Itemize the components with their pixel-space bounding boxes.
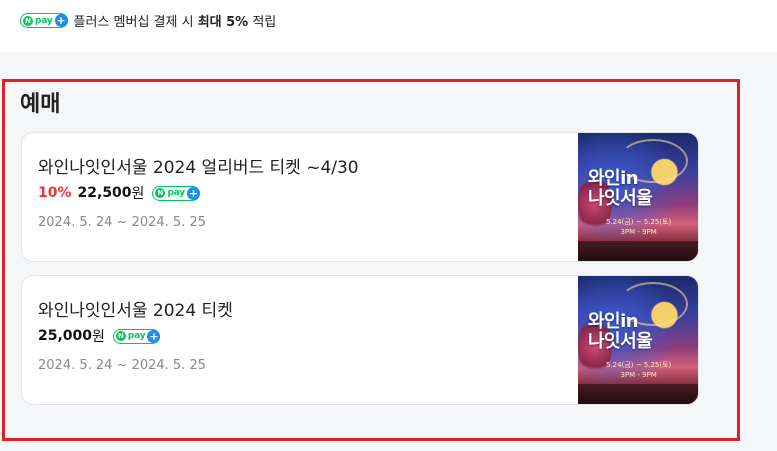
price-row: 10% 22,500 원 N pay +	[38, 183, 206, 203]
ticket-title: 와인나잇인서울 2024 티켓	[38, 301, 233, 321]
npay-plus-mark: +	[147, 329, 161, 343]
npay-benefit-suffix: 적립	[248, 15, 277, 30]
npay-plus-logo-icon: N pay +	[20, 13, 68, 28]
top-banner: N pay + 플러스 멤버십 결제 시 최대 5% 적립	[0, 0, 777, 52]
npay-word: pay	[127, 331, 146, 341]
thumbnail-poster-title: 와인in 나잇서울	[588, 311, 653, 352]
npay-n-mark: N	[155, 188, 166, 198]
section-title: 예매	[20, 92, 61, 117]
ticket-thumbnail[interactable]: 와인in 나잇서울 5.24(금) ~ 5.25(토) 3PM - 9PM	[578, 276, 698, 404]
npay-benefit-row: N pay + 플러스 멤버십 결제 시 최대 5% 적립	[20, 11, 276, 30]
npay-word: pay	[35, 15, 53, 26]
npay-plus-mark: +	[54, 14, 68, 27]
thumbnail-title-line1: 와인in	[588, 311, 639, 332]
npay-plus-mark: +	[186, 186, 200, 200]
price-row: 25,000 원 N pay +	[38, 326, 166, 346]
ticket-title: 와인나잇인서울 2024 얼리버드 티켓 ~4/30	[38, 158, 359, 178]
thumbnail-title-line2: 나잇서울	[588, 331, 653, 352]
event-date: 2024. 5. 24 ~ 2024. 5. 25	[38, 358, 207, 373]
npay-benefit-prefix: 플러스 멤버십 결제 시	[73, 15, 198, 30]
thumbnail-ground-shape	[578, 241, 698, 261]
price-value: 22,500	[77, 185, 132, 201]
thumbnail-title-line1: 와인in	[588, 168, 639, 189]
npay-benefit-rate: 최대 5%	[197, 15, 249, 30]
thumbnail-poster-info: 5.24(금) ~ 5.25(토) 3PM - 9PM	[606, 361, 672, 379]
npay-benefit-text: 플러스 멤버십 결제 시 최대 5% 적립	[74, 11, 277, 30]
thumbnail-ground-shape	[578, 384, 698, 404]
ticket-card[interactable]: 와인나잇인서울 2024 티켓 25,000 원 N pay + 2024. 5…	[21, 275, 699, 405]
price-currency: 원	[131, 186, 145, 202]
thumbnail-poster-info: 5.24(금) ~ 5.25(토) 3PM - 9PM	[606, 218, 672, 236]
ticket-thumbnail[interactable]: 와인in 나잇서울 5.24(금) ~ 5.25(토) 3PM - 9PM	[578, 133, 698, 261]
npay-word: pay	[167, 188, 185, 198]
discount-rate: 10%	[38, 185, 72, 201]
npay-n-mark: N	[115, 331, 126, 341]
price-currency: 원	[92, 329, 105, 345]
price-value: 25,000	[38, 328, 93, 344]
npay-plus-logo-icon: N pay +	[112, 328, 161, 344]
thumbnail-poster-title: 와인in 나잇서울	[588, 168, 653, 209]
thumbnail-title-line2: 나잇서울	[588, 188, 653, 209]
event-date: 2024. 5. 24 ~ 2024. 5. 25	[38, 215, 207, 230]
npay-n-mark: N	[23, 15, 33, 26]
npay-plus-logo-icon: N pay +	[152, 185, 200, 201]
ticket-card[interactable]: 와인나잇인서울 2024 얼리버드 티켓 ~4/30 10% 22,500 원 …	[21, 132, 699, 262]
